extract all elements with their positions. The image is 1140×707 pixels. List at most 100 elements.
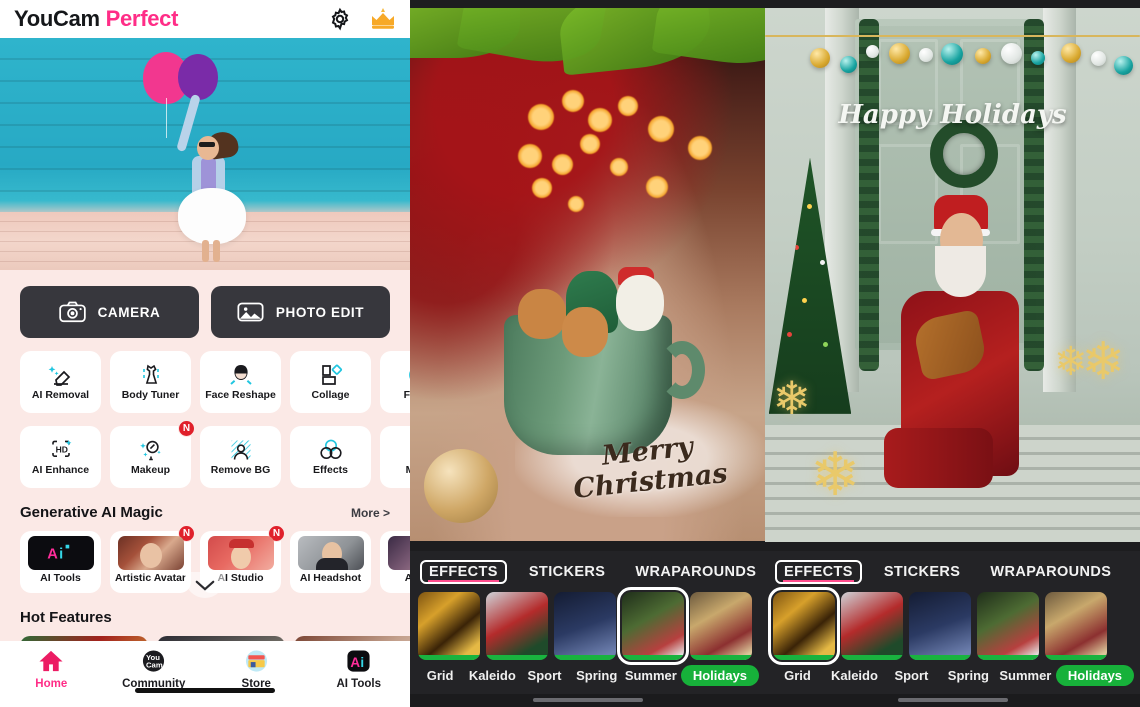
thumb-green-bar [977,655,1039,660]
tab-stickers[interactable]: STICKERS [521,560,614,584]
tool-body-tuner[interactable]: Body Tuner [110,351,191,413]
photo-edit-button[interactable]: PHOTO EDIT [211,286,390,338]
category-holidays-selected[interactable]: Holidays [1055,665,1135,686]
generative-section-header: Generative AI Magic More > [0,488,410,521]
gen-item-ai-tools[interactable]: A i AI Tools [20,531,101,593]
tab-wraparounds[interactable]: WRAPAROUNDS [627,560,764,584]
category-holidays-selected[interactable]: Holidays [680,665,760,686]
category-spring[interactable]: Spring [573,665,621,686]
tool-effects[interactable]: Effects [290,426,371,488]
category-grid[interactable]: Grid [771,665,824,686]
tool-label: Body Tuner [121,389,180,401]
brand-first: YouCam [14,6,100,31]
primary-actions: CAMERA PHOTO EDIT [0,270,410,338]
effect-thumbnail[interactable] [841,592,903,660]
editor-canvas-right[interactable]: ❄ ❄ ❄ ❄ Happy Holidays [765,8,1140,542]
svg-text:HD: HD [55,445,67,455]
effect-thumbnail[interactable] [977,592,1039,660]
porch-column [1042,8,1077,393]
editor-tabs-right: EFFECTS STICKERS WRAPAROUNDS [765,551,1140,590]
ornament [1113,56,1133,76]
nav-item-store[interactable]: Store [205,648,308,690]
crown-icon[interactable] [370,7,396,31]
tab-wraparounds[interactable]: WRAPAROUNDS [982,560,1119,584]
effect-thumbnail-selected[interactable] [768,587,840,665]
hero-banner[interactable] [0,38,410,270]
gen-item-ai-fashion[interactable]: AI Fas [380,531,410,593]
tab-effects[interactable]: EFFECTS [420,560,507,584]
effect-thumbnail[interactable] [554,592,616,660]
camera-icon [58,301,86,323]
category-sport[interactable]: Sport [885,665,938,686]
green-mug [503,267,705,455]
gen-item-label: AI Headshot [299,572,362,584]
tool-label: Collage [311,389,350,401]
figure-sunglasses [199,142,215,147]
ornament [918,48,933,63]
effect-thumbnail[interactable] [418,592,480,660]
thumb-green-bar [486,655,548,660]
tool-mosaic[interactable]: Mosai [380,426,410,488]
santa-leg [884,428,993,488]
thumb-green-bar [773,655,835,660]
effect-thumbnail[interactable] [909,592,971,660]
thumb-green-bar [418,655,480,660]
gear-icon[interactable] [328,7,352,31]
tool-ai-removal[interactable]: AI Removal [20,351,101,413]
thumb-green-bar [554,655,616,660]
tool-ai-enhance[interactable]: HD AI Enhance [20,426,101,488]
category-row-right: Grid Kaleido Sport Spring Summer Holiday… [765,664,1140,694]
effect-thumbnail[interactable] [1045,592,1107,660]
santa-figure [878,194,1043,494]
gingerbread-cookie [561,307,608,357]
effect-thumbnails-right [765,587,1140,665]
editor-canvas-middle[interactable]: Merry Christmas [410,8,765,541]
category-kaleido[interactable]: Kaleido [468,665,516,686]
category-grid[interactable]: Grid [416,665,464,686]
ornament [840,56,857,74]
more-link[interactable]: More > [351,506,390,520]
effect-thumbnail-selected[interactable] [617,587,689,665]
nav-label: AI Tools [336,678,381,690]
tool-remove-bg[interactable]: Remove BG [200,426,281,488]
nav-item-home[interactable]: Home [0,648,103,690]
tool-label: Face Reshape [205,389,276,401]
tools-row-2: HD AI Enhance N Makeup Remove BG Effects… [0,413,410,488]
tool-face-reshape[interactable]: Face Reshape [200,351,281,413]
category-spring[interactable]: Spring [942,665,995,686]
nav-item-community[interactable]: You Cam Community [103,648,206,690]
happy-holidays-text: Happy Holidays [838,99,1067,130]
editor-controls-middle: EFFECTS STICKERS WRAPAROUNDS Grid Kaleid… [410,551,765,707]
app-title: YouCam Perfect [14,6,178,32]
tab-effects[interactable]: EFFECTS [775,560,862,584]
gen-item-artistic-avatar[interactable]: N Artistic Avatar [110,525,195,593]
thumb-green-bar [841,655,903,660]
effect-thumbnail[interactable] [690,592,752,660]
tool-makeup[interactable]: N Makeup [110,420,195,488]
category-sport[interactable]: Sport [520,665,568,686]
snowflake-icon: ❄ [810,440,861,508]
tool-label: Effects [312,464,348,476]
tool-face-swap[interactable]: Face S [380,351,410,413]
ornament [888,42,910,64]
screenshot-stage: YouCam Perfect CAMERA PHOTO EDIT AI Remo… [0,0,1140,707]
camera-button[interactable]: CAMERA [20,286,199,338]
category-summer[interactable]: Summer [999,665,1052,686]
category-summer[interactable]: Summer [625,665,677,686]
gen-item-ai-headshot[interactable]: AI Headshot [290,531,371,593]
tool-collage[interactable]: Collage [290,351,371,413]
tab-stickers[interactable]: STICKERS [876,560,969,584]
category-kaleido[interactable]: Kaleido [828,665,881,686]
santa-beard [935,245,987,297]
effect-thumbnails-middle [410,587,765,665]
ornament [810,48,830,69]
effect-thumbnail[interactable] [486,592,548,660]
home-indicator [410,694,765,707]
gold-bauble [424,449,498,523]
nav-item-ai-tools[interactable]: A i AI Tools [308,648,411,690]
gen-item-label: Artistic Avatar [115,572,186,584]
svg-text:A: A [47,547,58,563]
hd-sparkle-icon: HD [48,438,74,462]
snowflake-icon: ❄ [1053,340,1088,385]
gen-item-label: AI Tools [40,572,81,584]
